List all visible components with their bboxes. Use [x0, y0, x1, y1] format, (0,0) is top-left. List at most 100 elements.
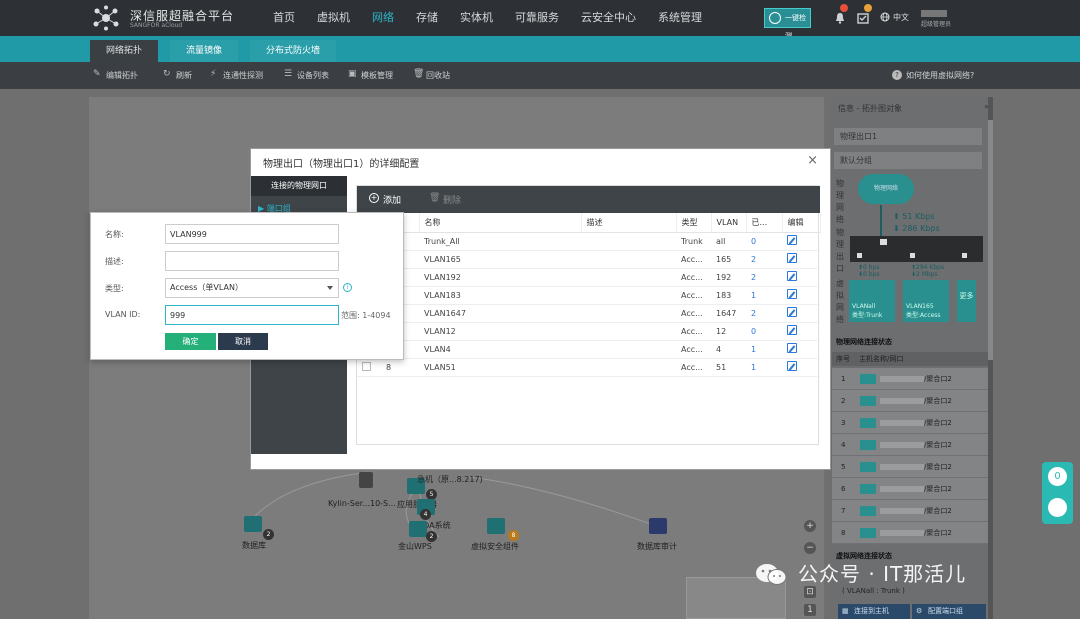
table-row[interactable]: 7VLAN4Acc...41 — [357, 340, 820, 359]
one-click-check-button[interactable]: 一键检测 — [764, 8, 811, 40]
table-row[interactable]: 6VLAN12Acc...120 — [357, 322, 820, 341]
fit-icon[interactable]: ⊡ — [804, 586, 816, 598]
row-checkbox[interactable] — [362, 361, 371, 371]
server-icon[interactable] — [487, 518, 505, 534]
host-conn-row[interactable]: 4/聚合口2 — [832, 434, 988, 456]
edit-icon[interactable] — [787, 235, 797, 245]
vlan-id-input[interactable] — [165, 305, 339, 325]
col-used[interactable]: 已... — [746, 213, 783, 233]
connect-to-host-button[interactable]: ▦ 连接到主机 — [838, 604, 910, 619]
device-list-button[interactable]: ☰ 设备列表 — [284, 70, 329, 81]
zoom-out-icon[interactable]: − — [804, 542, 816, 554]
node-db-audit[interactable]: 数据库审计 — [637, 541, 677, 552]
row-edit[interactable] — [782, 286, 820, 305]
server-icon[interactable] — [409, 521, 427, 537]
row-edit[interactable] — [782, 340, 820, 359]
host-conn-row[interactable]: 7/聚合口2 — [832, 500, 988, 522]
row-used[interactable]: 2 — [746, 250, 782, 269]
connectivity-probe-button[interactable]: ⚡ 连通性探测 — [210, 70, 263, 81]
config-port-group-button[interactable]: ⚙ 配置端口组 — [912, 604, 986, 619]
name-input[interactable] — [165, 224, 339, 244]
row-edit[interactable] — [782, 322, 820, 341]
table-row[interactable]: 8 VLAN51 Acc... 51 1 — [357, 358, 820, 377]
edit-icon[interactable] — [787, 361, 797, 371]
nav-storage[interactable]: 存储 — [405, 0, 449, 36]
host-conn-row[interactable]: 3/聚合口2 — [832, 412, 988, 434]
language-switch[interactable]: 中文 — [893, 12, 909, 23]
zoom-in-icon[interactable]: + — [804, 520, 816, 532]
col-vlan[interactable]: VLAN — [711, 213, 747, 233]
edit-topology-button[interactable]: ✎ 编辑拓扑 — [93, 70, 138, 81]
row-used[interactable]: 0 — [746, 322, 782, 341]
edit-icon[interactable] — [787, 271, 797, 281]
row-used[interactable]: 1 — [746, 340, 782, 359]
row-used[interactable]: 2 — [746, 304, 782, 323]
row-used[interactable]: 0 — [746, 232, 782, 251]
col-name[interactable]: 名称 — [419, 213, 582, 233]
node-wps[interactable]: 金山WPS — [398, 541, 432, 552]
host-conn-row[interactable]: 8/聚合口2 — [832, 522, 988, 544]
edit-icon[interactable] — [787, 343, 797, 353]
server-icon[interactable] — [649, 518, 667, 534]
tab-distributed-firewall[interactable]: 分布式防火墙 — [250, 40, 337, 62]
type-select[interactable]: Access（单VLAN） — [165, 278, 339, 298]
task-icon[interactable] — [857, 12, 869, 24]
tab-network-topology[interactable]: 网络拓扑 — [90, 40, 159, 62]
table-row[interactable]: 1Trunk_AllTrunkall0 — [357, 232, 820, 251]
nav-vm[interactable]: 虚拟机 — [306, 0, 361, 36]
nav-physical[interactable]: 实体机 — [449, 0, 504, 36]
nav-reliable[interactable]: 可靠服务 — [504, 0, 570, 36]
host-conn-row[interactable]: 5/聚合口2 — [832, 456, 988, 478]
node-emergency[interactable]: 急机（原...8.217) — [417, 474, 483, 485]
row-used[interactable]: 1 — [746, 286, 782, 305]
host-conn-row[interactable]: 6/聚合口2 — [832, 478, 988, 500]
node-virtual-security[interactable]: 虚拟安全组件 — [471, 541, 519, 552]
nav-cloud-security[interactable]: 云安全中心 — [570, 0, 647, 36]
edit-icon[interactable] — [787, 325, 797, 335]
tab-connected-ports[interactable]: 连接的物理网口 — [251, 176, 347, 196]
row-used[interactable]: 1 — [746, 358, 782, 377]
row-edit[interactable] — [782, 358, 820, 377]
info-icon[interactable]: i — [343, 283, 352, 292]
row-edit[interactable] — [782, 250, 820, 269]
vlan-box-all[interactable]: VLANall 类型:Trunk — [849, 280, 895, 322]
one-to-one-icon[interactable]: 1 — [804, 604, 816, 616]
server-icon[interactable] — [359, 472, 373, 488]
nav-home[interactable]: 首页 — [262, 0, 306, 36]
host-conn-row[interactable]: 2/聚合口2 — [832, 390, 988, 412]
table-row[interactable]: 5VLAN1647Acc...16472 — [357, 304, 820, 323]
row-edit[interactable] — [782, 268, 820, 287]
user-menu[interactable]: 超级管理员 — [921, 6, 961, 28]
nav-network[interactable]: 网络 — [361, 0, 405, 36]
edit-icon[interactable] — [787, 289, 797, 299]
floating-widget[interactable]: 0 — [1042, 462, 1073, 524]
node-oa-system[interactable]: OA系统 — [423, 520, 451, 531]
edit-icon[interactable] — [787, 307, 797, 317]
recycle-bin-button[interactable]: 🗑 回收站 — [413, 70, 450, 81]
table-row[interactable]: 3VLAN192Acc...1922 — [357, 268, 820, 287]
row-edit[interactable] — [782, 304, 820, 323]
cancel-button[interactable]: 取消 — [218, 333, 268, 350]
tab-traffic-mirror[interactable]: 流量镜像 — [170, 40, 239, 62]
edit-icon[interactable] — [787, 253, 797, 263]
assistant-icon[interactable]: 0 — [1048, 467, 1067, 486]
robot-icon[interactable] — [1048, 498, 1067, 517]
delete-button[interactable]: 🗑 删除 — [429, 193, 461, 206]
nav-system[interactable]: 系统管理 — [647, 0, 713, 36]
row-select[interactable] — [357, 358, 381, 377]
row-used[interactable]: 2 — [746, 268, 782, 287]
row-edit[interactable] — [782, 232, 820, 251]
desc-input[interactable] — [165, 251, 339, 271]
node-kylin-server[interactable]: Kylin-Ser...10-S... — [328, 499, 396, 508]
add-button[interactable]: + 添加 — [369, 193, 401, 206]
more-vlans-button[interactable]: 更多 — [957, 280, 976, 322]
col-desc[interactable]: 描述 — [581, 213, 677, 233]
template-manage-button[interactable]: ▣ 模板管理 — [348, 70, 393, 81]
host-conn-row[interactable]: 1/聚合口2 — [832, 368, 988, 390]
col-type[interactable]: 类型 — [676, 213, 712, 233]
refresh-button[interactable]: ↻ 刷新 — [163, 70, 192, 81]
help-link[interactable]: ? 如何使用虚拟网络? — [892, 70, 974, 81]
server-icon[interactable] — [244, 516, 262, 532]
info-panel-scroll-thumb[interactable] — [988, 120, 993, 360]
table-row[interactable]: 4VLAN183Acc...1831 — [357, 286, 820, 305]
